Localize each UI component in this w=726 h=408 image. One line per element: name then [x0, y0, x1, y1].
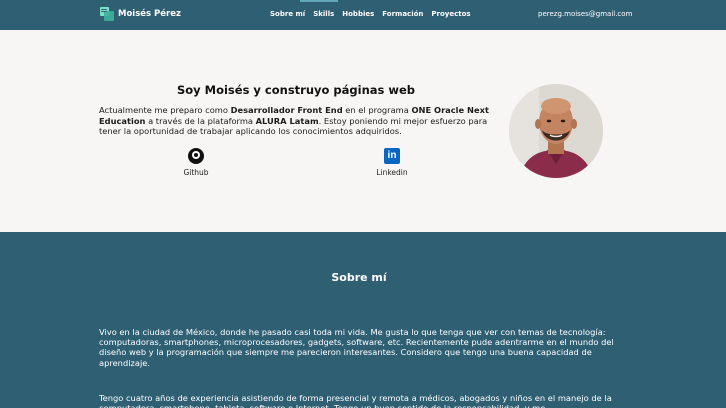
site-header: Moisés Pérez Sobre mí Skills Hobbies For… [0, 0, 726, 30]
about-title: Sobre mí [331, 271, 387, 284]
brand-logo[interactable]: Moisés Pérez [100, 7, 181, 21]
linkedin-label: Linkedin [376, 168, 408, 177]
nav-link-sobre-mi[interactable]: Sobre mí [270, 10, 305, 18]
about-section: Sobre mí Vivo en la ciudad de México, do… [0, 232, 726, 408]
linkedin-icon: in [384, 148, 400, 164]
nav-link-formacion[interactable]: Formación [382, 10, 423, 18]
header-accent-bar [300, 0, 338, 2]
hero-section: Soy Moisés y construyo páginas web Actua… [0, 30, 726, 232]
nav-link-skills[interactable]: Skills [313, 10, 334, 18]
nav-link-hobbies[interactable]: Hobbies [342, 10, 374, 18]
email-link[interactable]: perezg.moises@gmail.com [538, 10, 632, 18]
profile-photo [509, 84, 603, 178]
github-icon [188, 148, 204, 164]
main-nav: Sobre mí Skills Hobbies Formación Proyec… [270, 10, 479, 18]
about-paragraph: Tengo cuatro años de experiencia asistie… [99, 393, 612, 408]
hero-title: Soy Moisés y construyo páginas web [176, 83, 416, 97]
hero-description: Actualmente me preparo como Desarrollado… [99, 105, 489, 136]
linkedin-link[interactable]: in Linkedin [362, 148, 422, 177]
github-link[interactable]: Github [166, 148, 226, 177]
code-window-icon [100, 7, 114, 21]
github-label: Github [183, 168, 209, 177]
brand-name: Moisés Pérez [118, 9, 181, 19]
nav-link-proyectos[interactable]: Proyectos [431, 10, 470, 18]
about-paragraph: Vivo en la ciudad de México, donde he pa… [99, 327, 614, 368]
